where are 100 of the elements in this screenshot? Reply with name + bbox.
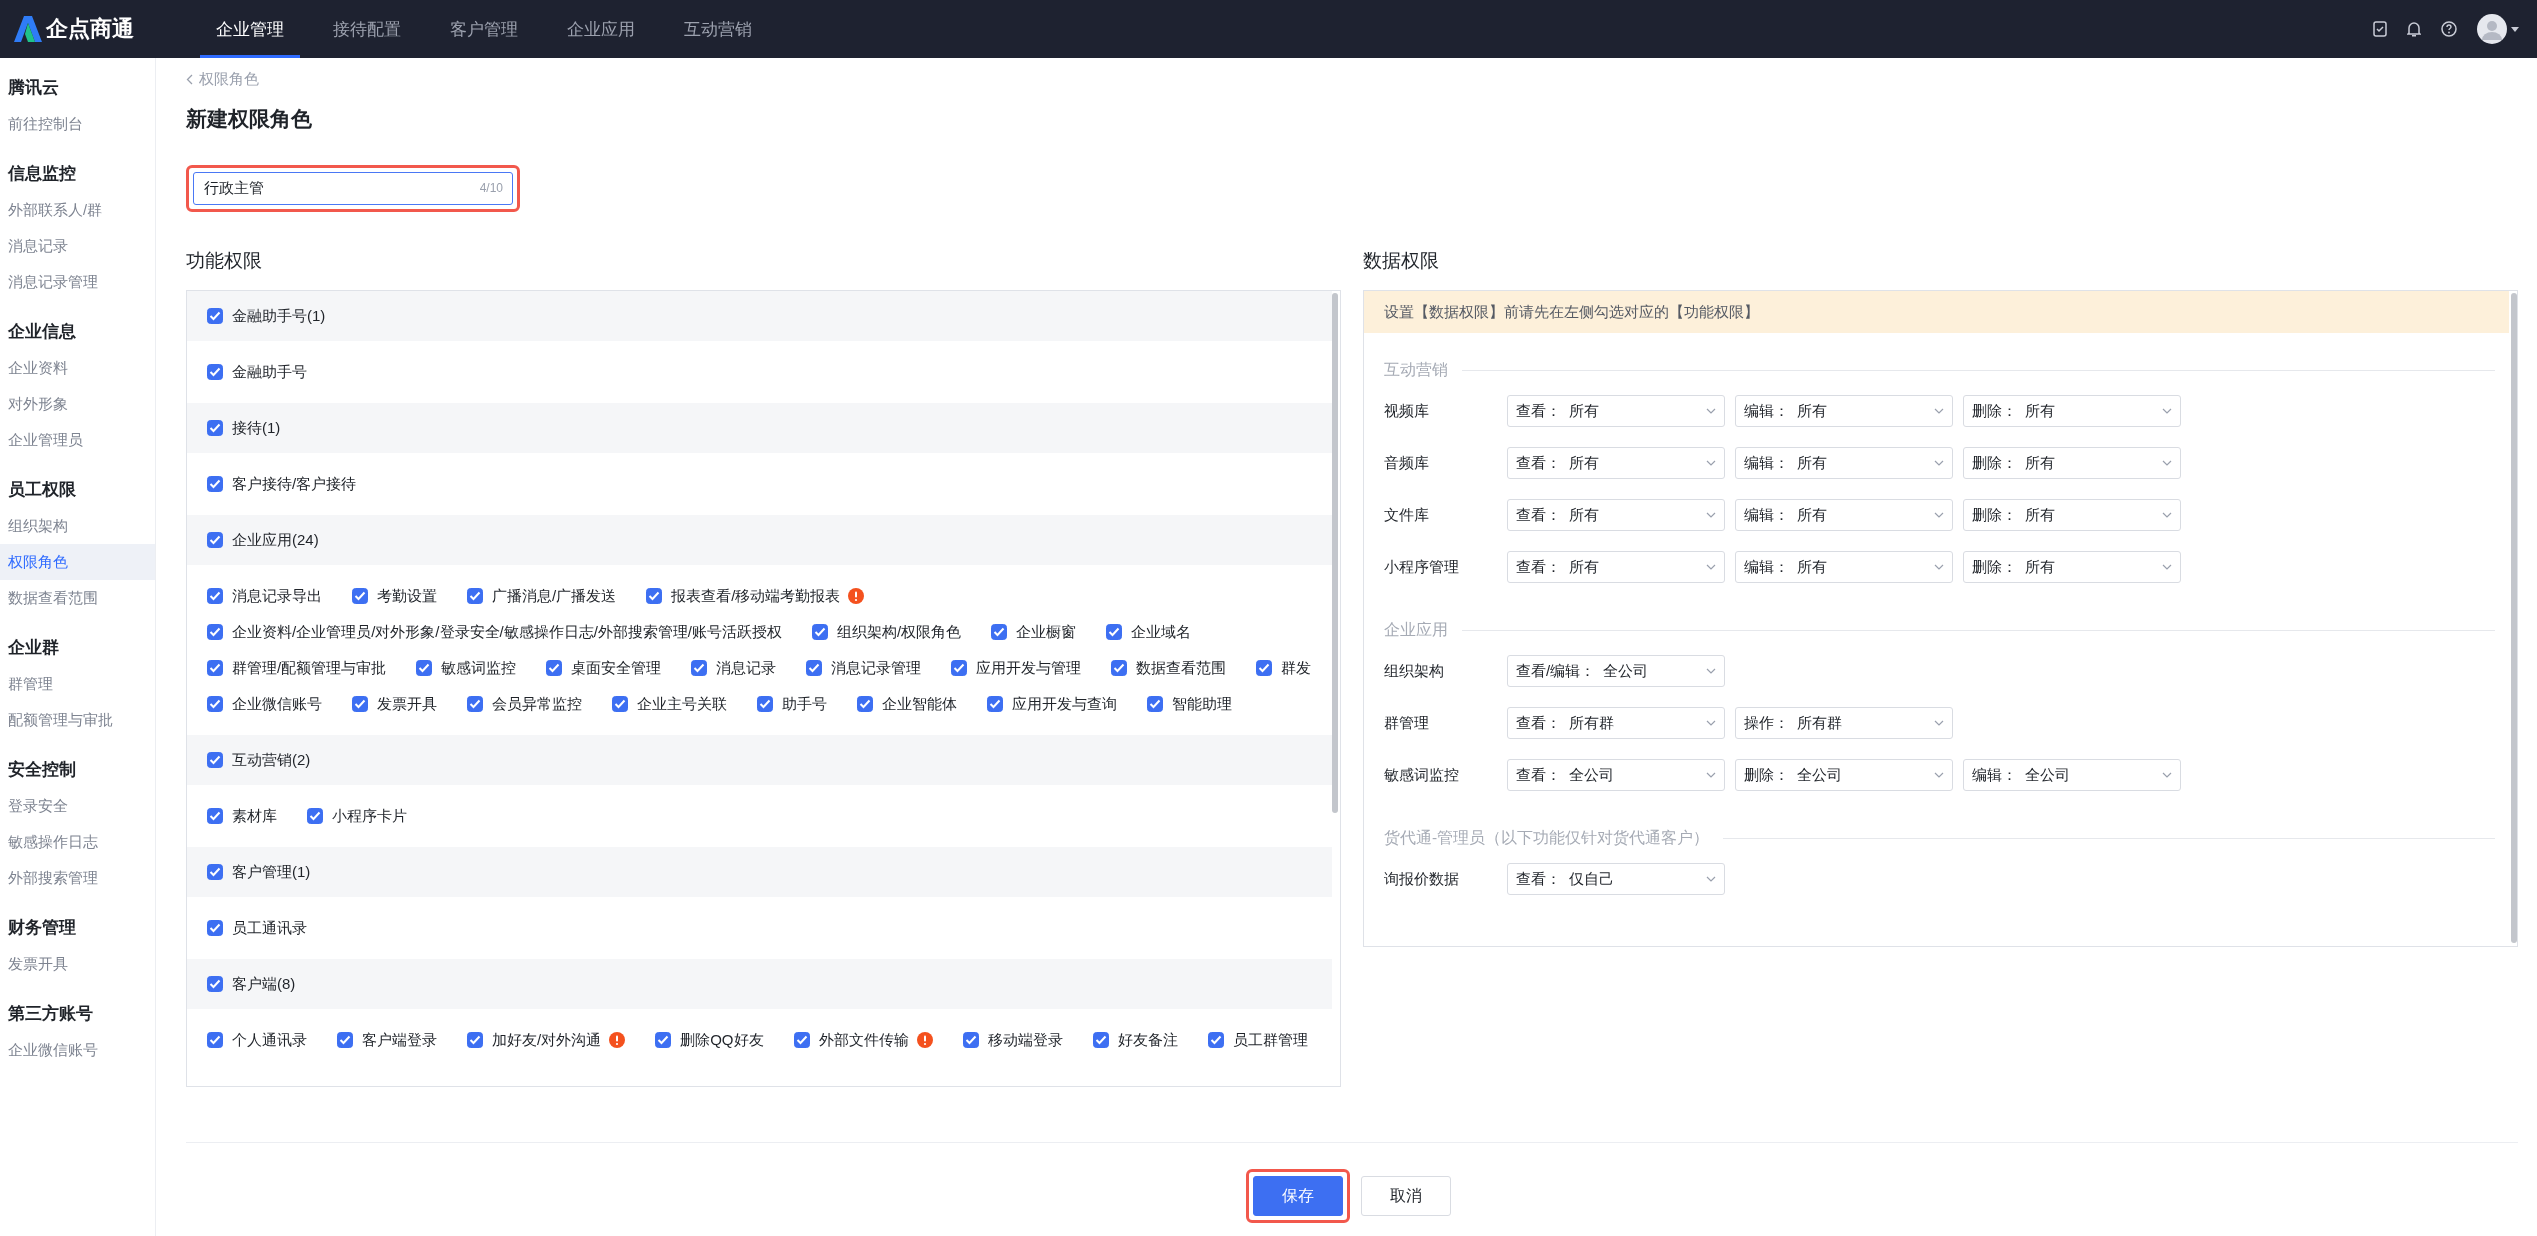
- permission-checkbox[interactable]: 小程序卡片: [307, 806, 407, 826]
- checkbox-icon[interactable]: [1207, 1032, 1224, 1048]
- permission-checkbox[interactable]: 企业橱窗: [991, 622, 1077, 642]
- checkbox-icon[interactable]: [467, 588, 483, 604]
- permission-checkbox[interactable]: 数据查看范围: [1111, 658, 1227, 678]
- select-field[interactable]: 查看： 所有: [1507, 551, 1725, 583]
- sidebar-item[interactable]: 消息记录: [0, 228, 155, 264]
- permission-checkbox[interactable]: 客户端登录: [337, 1030, 437, 1050]
- sidebar-item[interactable]: 权限角色: [0, 544, 155, 580]
- permission-checkbox[interactable]: 金融助手号: [207, 362, 307, 382]
- checkbox-icon[interactable]: [1106, 624, 1123, 640]
- group-checkbox[interactable]: 金融助手号(1): [207, 306, 326, 326]
- permission-checkbox[interactable]: 敏感词监控: [416, 658, 517, 678]
- permission-checkbox[interactable]: 移动端登录: [962, 1030, 1063, 1050]
- checkbox-icon[interactable]: [857, 696, 873, 712]
- permission-checkbox[interactable]: 助手号: [757, 694, 827, 714]
- sidebar-item[interactable]: 企业资料: [0, 350, 155, 386]
- permission-checkbox[interactable]: 客户接待/客户接待: [207, 474, 357, 494]
- checkbox-icon[interactable]: [307, 808, 323, 824]
- select-field[interactable]: 操作： 所有群: [1735, 707, 1953, 739]
- checkbox-icon[interactable]: [757, 696, 773, 712]
- checkbox-icon[interactable]: [207, 364, 223, 380]
- avatar-icon[interactable]: [2477, 14, 2507, 44]
- checkbox-icon[interactable]: [207, 696, 223, 712]
- permission-checkbox[interactable]: 消息记录: [691, 658, 777, 678]
- checkbox-icon[interactable]: [207, 920, 223, 936]
- permission-checkbox[interactable]: 员工群管理: [1207, 1030, 1308, 1050]
- sidebar-item[interactable]: 群管理: [0, 666, 155, 702]
- checkbox-icon[interactable]: [806, 660, 823, 676]
- permission-checkbox[interactable]: 消息记录导出: [207, 586, 322, 606]
- permission-checkbox[interactable]: 企业微信账号: [207, 694, 322, 714]
- select-field[interactable]: 查看： 所有群: [1507, 707, 1725, 739]
- permission-checkbox[interactable]: 企业智能体: [857, 694, 957, 714]
- group-checkbox[interactable]: 接待(1): [207, 418, 281, 438]
- checkbox-icon[interactable]: [691, 660, 708, 676]
- permission-checkbox[interactable]: 群发: [1256, 658, 1312, 678]
- select-field[interactable]: 查看/编辑： 全公司: [1507, 655, 1725, 687]
- select-field[interactable]: 编辑： 所有: [1735, 395, 1953, 427]
- task-icon[interactable]: [2373, 21, 2387, 37]
- checkbox-icon[interactable]: [812, 624, 828, 640]
- checkbox-icon[interactable]: [655, 1032, 672, 1048]
- checkbox-icon[interactable]: [207, 1032, 223, 1048]
- permission-checkbox[interactable]: 广播消息/广播发送: [467, 586, 617, 606]
- scrollbar[interactable]: [2511, 293, 2517, 943]
- select-field[interactable]: 查看： 所有: [1507, 447, 1725, 479]
- select-field[interactable]: 编辑： 所有: [1735, 499, 1953, 531]
- sidebar-item[interactable]: 外部联系人/群: [0, 192, 155, 228]
- sidebar-item[interactable]: 发票开具: [0, 946, 155, 982]
- permission-checkbox[interactable]: 应用开发与查询: [987, 694, 1117, 714]
- select-field[interactable]: 编辑： 全公司: [1963, 759, 2181, 791]
- select-field[interactable]: 编辑： 所有: [1735, 447, 1953, 479]
- select-field[interactable]: 删除： 所有: [1963, 551, 2181, 583]
- select-field[interactable]: 编辑： 所有: [1735, 551, 1953, 583]
- nav-tab[interactable]: 企业管理: [200, 0, 300, 58]
- permission-checkbox[interactable]: 桌面安全管理: [546, 658, 662, 678]
- permission-checkbox[interactable]: 企业资料/企业管理员/对外形象/登录安全/敏感操作日志/外部搜索管理/账号活跃授权: [207, 622, 782, 642]
- checkbox-icon[interactable]: [352, 588, 368, 604]
- sidebar-item[interactable]: 企业微信账号: [0, 1032, 155, 1068]
- checkbox-icon[interactable]: [207, 532, 223, 548]
- sidebar-item[interactable]: 外部搜索管理: [0, 860, 155, 896]
- checkbox-icon[interactable]: [207, 420, 223, 436]
- nav-tab[interactable]: 客户管理: [434, 0, 534, 58]
- checkbox-icon[interactable]: [1111, 660, 1128, 676]
- group-checkbox[interactable]: 客户管理(1): [207, 862, 311, 882]
- permission-checkbox[interactable]: 组织架构/权限角色: [812, 622, 962, 642]
- permission-checkbox[interactable]: 好友备注: [1092, 1030, 1178, 1050]
- checkbox-icon[interactable]: [467, 1032, 483, 1048]
- group-checkbox[interactable]: 互动营销(2): [207, 750, 311, 770]
- permission-checkbox[interactable]: 智能助理: [1147, 694, 1232, 714]
- checkbox-icon[interactable]: [793, 1032, 810, 1048]
- select-field[interactable]: 删除： 所有: [1963, 499, 2181, 531]
- checkbox-icon[interactable]: [1092, 1032, 1109, 1048]
- sidebar-item[interactable]: 企业管理员: [0, 422, 155, 458]
- permission-checkbox[interactable]: 删除QQ好友: [655, 1030, 764, 1050]
- notification-icon[interactable]: [2407, 21, 2421, 37]
- permission-checkbox[interactable]: 会员异常监控: [467, 694, 582, 714]
- checkbox-icon[interactable]: [991, 624, 1008, 640]
- caret-icon[interactable]: [2511, 26, 2519, 32]
- checkbox-icon[interactable]: [1256, 660, 1273, 676]
- permission-checkbox[interactable]: 群管理/配额管理与审批: [207, 658, 387, 678]
- checkbox-icon[interactable]: [207, 660, 223, 676]
- nav-tab[interactable]: 互动营销: [668, 0, 768, 58]
- select-field[interactable]: 查看： 所有: [1507, 499, 1725, 531]
- checkbox-icon[interactable]: [546, 660, 563, 676]
- checkbox-icon[interactable]: [646, 588, 663, 604]
- cancel-button[interactable]: 取消: [1361, 1176, 1451, 1216]
- checkbox-icon[interactable]: [467, 696, 483, 712]
- sidebar-item[interactable]: 登录安全: [0, 788, 155, 824]
- help-icon[interactable]: [2441, 21, 2457, 37]
- select-field[interactable]: 查看： 全公司: [1507, 759, 1725, 791]
- checkbox-icon[interactable]: [207, 476, 223, 492]
- permission-checkbox[interactable]: 企业域名: [1106, 622, 1192, 642]
- permission-checkbox[interactable]: 加好友/对外沟通: [467, 1030, 602, 1050]
- sidebar-item[interactable]: 配额管理与审批: [0, 702, 155, 738]
- sidebar-item[interactable]: 敏感操作日志: [0, 824, 155, 860]
- checkbox-icon[interactable]: [207, 624, 223, 640]
- nav-tab[interactable]: 接待配置: [317, 0, 417, 58]
- sidebar-item[interactable]: 对外形象: [0, 386, 155, 422]
- checkbox-icon[interactable]: [337, 1032, 353, 1048]
- permission-checkbox[interactable]: 员工通讯录: [207, 918, 307, 938]
